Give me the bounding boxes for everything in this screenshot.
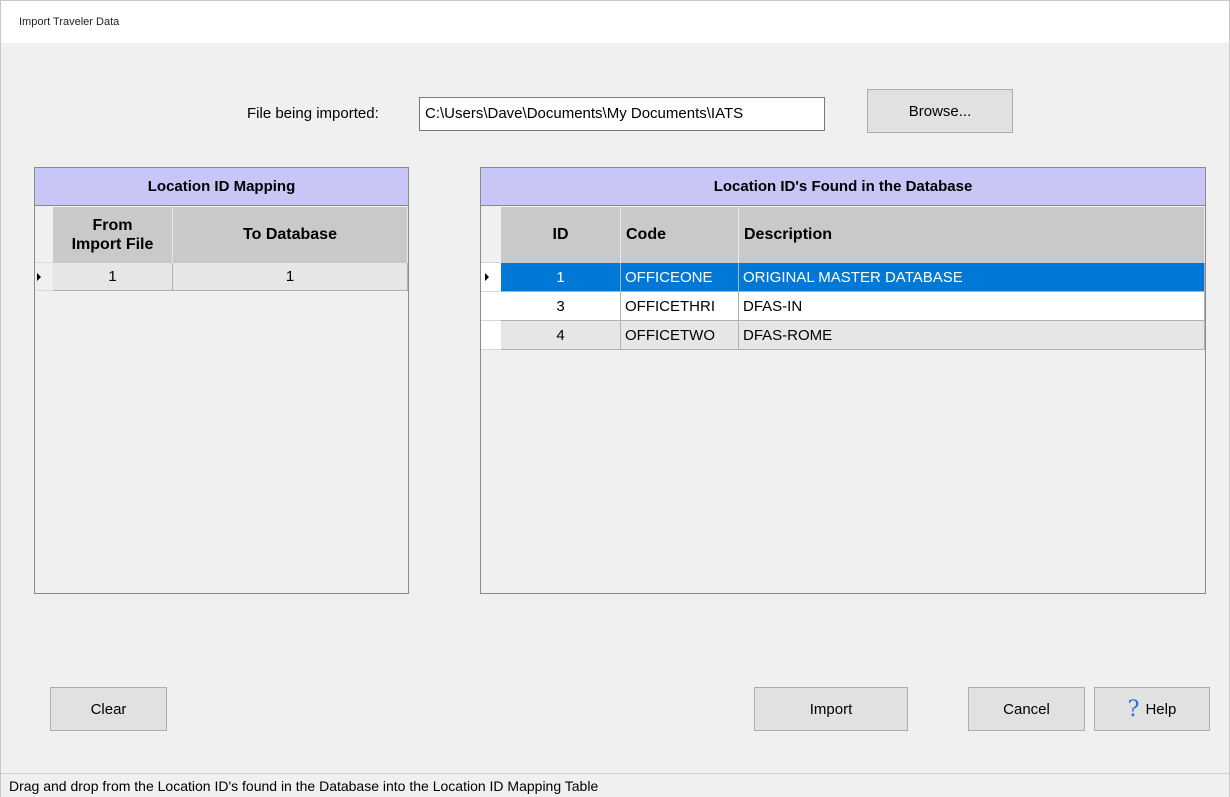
db-cell-code[interactable]: OFFICETHRI [621, 292, 739, 321]
mapping-panel-header: Location ID Mapping [35, 168, 408, 206]
db-cell-code[interactable]: OFFICETWO [621, 321, 739, 350]
status-text: Drag and drop from the Location ID's fou… [9, 778, 599, 794]
db-cell-description[interactable]: DFAS-IN [739, 292, 1205, 321]
database-row-header[interactable] [481, 292, 501, 321]
current-row-marker-icon [485, 273, 489, 281]
column-header-description[interactable]: Description [739, 207, 1205, 263]
db-cell-description[interactable]: DFAS-ROME [739, 321, 1205, 350]
database-locations-panel: Location ID's Found in the Database ID C… [480, 167, 1206, 594]
column-header-to-database[interactable]: To Database [173, 207, 408, 263]
import-button-label: Import [809, 700, 853, 718]
import-traveler-data-window: Import Traveler Data File being imported… [0, 0, 1230, 797]
title-bar: Import Traveler Data [1, 1, 1229, 43]
help-question-icon: ? [1127, 696, 1140, 722]
mapping-cell-from[interactable]: 1 [53, 263, 173, 291]
cancel-button-label: Cancel [1003, 700, 1050, 718]
db-cell-code[interactable]: OFFICEONE [621, 263, 739, 292]
mapping-corner-cell [35, 207, 53, 263]
db-cell-id[interactable]: 1 [501, 263, 621, 292]
clear-button[interactable]: Clear [50, 687, 167, 731]
db-cell-id[interactable]: 3 [501, 292, 621, 321]
browse-button[interactable]: Browse... [867, 89, 1013, 133]
window-title: Import Traveler Data [19, 16, 120, 28]
from-line1: From [92, 217, 133, 234]
mapping-row-header[interactable] [35, 263, 53, 291]
database-corner-cell [481, 207, 501, 263]
column-header-from-import-file[interactable]: From Import File [53, 207, 173, 263]
db-cell-description[interactable]: ORIGINAL MASTER DATABASE [739, 263, 1205, 292]
current-row-marker-icon [37, 273, 41, 281]
clear-button-label: Clear [90, 700, 127, 718]
help-button-label: Help [1145, 700, 1177, 718]
database-row-header[interactable] [481, 321, 501, 350]
help-button[interactable]: ? Help [1094, 687, 1210, 731]
import-button[interactable]: Import [754, 687, 908, 731]
file-path-field[interactable]: C:\Users\Dave\Documents\My Documents\IAT… [419, 97, 825, 131]
mapping-cell-to[interactable]: 1 [173, 263, 408, 291]
location-id-mapping-panel: Location ID Mapping From Import File To … [34, 167, 409, 594]
file-being-imported-label: File being imported: [247, 105, 379, 122]
db-cell-id[interactable]: 4 [501, 321, 621, 350]
column-header-code[interactable]: Code [621, 207, 739, 263]
database-panel-header: Location ID's Found in the Database [481, 168, 1205, 206]
browse-button-label: Browse... [908, 102, 972, 120]
status-bar: Drag and drop from the Location ID's fou… [1, 773, 1229, 797]
database-row-header[interactable] [481, 263, 501, 292]
cancel-button[interactable]: Cancel [968, 687, 1085, 731]
from-line2: Import File [71, 236, 154, 253]
column-header-id[interactable]: ID [501, 207, 621, 263]
